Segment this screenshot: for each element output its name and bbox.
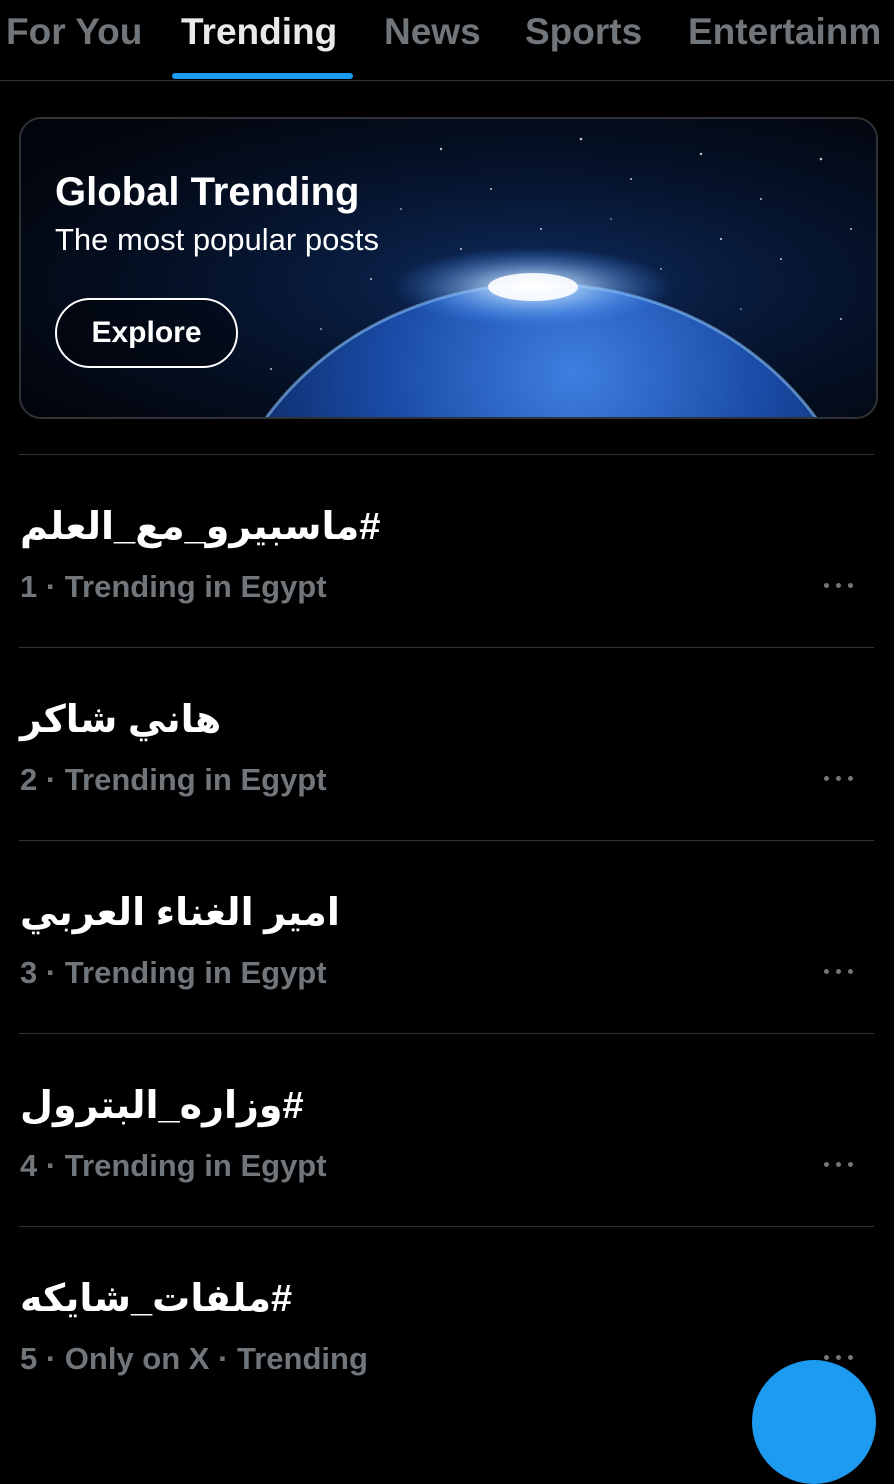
tab-trending[interactable]: Trending (181, 10, 337, 54)
trend-item[interactable]: #ماسبيرو_مع_العلم 1 · Trending in Egypt (0, 455, 894, 647)
trend-item[interactable]: #وزاره_البترول 4 · Trending in Egypt (0, 1034, 894, 1226)
trend-title: #وزاره_البترول (20, 1085, 304, 1127)
compose-button[interactable] (752, 1360, 876, 1484)
trend-meta: 5 · Only on X · Trending (20, 1341, 368, 1376)
trend-title: #ملفات_شايكه (20, 1278, 293, 1320)
more-horizontal-icon[interactable] (822, 1155, 856, 1175)
banner-title: Global Trending (55, 170, 360, 214)
trend-meta: 4 · Trending in Egypt (20, 1148, 327, 1183)
trend-title: هاني شاكر (20, 699, 222, 741)
trend-meta: 2 · Trending in Egypt (20, 762, 327, 797)
more-horizontal-icon[interactable] (822, 576, 856, 596)
trend-meta: 1 · Trending in Egypt (20, 569, 327, 604)
tab-news[interactable]: News (384, 10, 481, 54)
explore-button[interactable]: Explore (55, 298, 238, 368)
more-horizontal-icon[interactable] (822, 769, 856, 789)
tab-bar: For You Trending News Sports Entertainm (0, 0, 894, 81)
banner-subtitle: The most popular posts (55, 222, 379, 257)
global-trending-banner[interactable]: Global Trending The most popular posts E… (19, 117, 878, 419)
trend-item[interactable]: هاني شاكر 2 · Trending in Egypt (0, 648, 894, 840)
tab-entertainment[interactable]: Entertainm (688, 10, 881, 54)
more-horizontal-icon[interactable] (822, 962, 856, 982)
trend-item[interactable]: امير الغناء العربي 3 · Trending in Egypt (0, 841, 894, 1033)
tab-sports[interactable]: Sports (525, 10, 642, 54)
earth-from-space-image (21, 119, 876, 417)
trend-title: #ماسبيرو_مع_العلم (20, 506, 381, 548)
trend-title: امير الغناء العربي (20, 892, 340, 934)
trend-meta: 3 · Trending in Egypt (20, 955, 327, 990)
active-tab-indicator (172, 73, 353, 79)
tab-for-you[interactable]: For You (6, 10, 142, 54)
